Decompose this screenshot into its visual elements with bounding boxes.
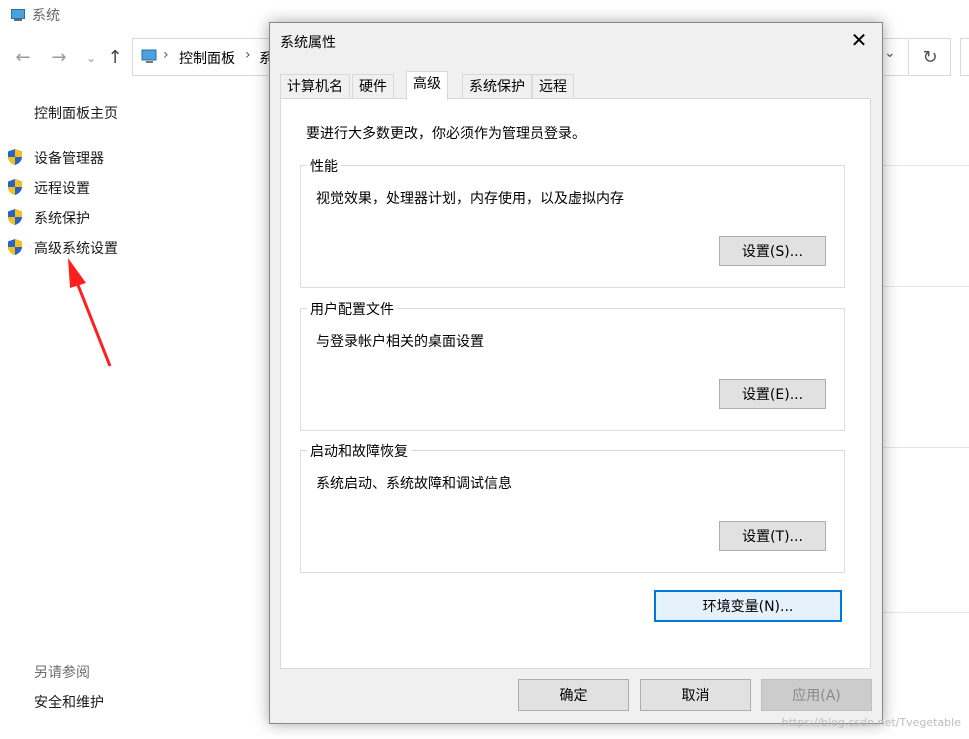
tab-computer-name[interactable]: 计算机名 xyxy=(280,74,350,99)
apply-button[interactable]: 应用(A) xyxy=(761,679,872,711)
performance-settings-button[interactable]: 设置(S)... xyxy=(719,236,826,266)
system-properties-dialog: 系统属性 ✕ 计算机名 硬件 高级 系统保护 远程 要进行大多数更改，你必须作为… xyxy=(269,22,883,724)
group-description: 系统启动、系统故障和调试信息 xyxy=(316,476,512,492)
startup-recovery-settings-button[interactable]: 设置(T)... xyxy=(719,521,826,551)
admin-note: 要进行大多数更改，你必须作为管理员登录。 xyxy=(306,126,586,142)
tab-system-protection[interactable]: 系统保护 xyxy=(462,74,532,99)
startup-recovery-group: 启动和故障恢复 系统启动、系统故障和调试信息 设置(T)... xyxy=(300,441,845,573)
group-title: 启动和故障恢复 xyxy=(307,441,411,461)
group-description: 与登录帐户相关的桌面设置 xyxy=(316,334,484,350)
user-profiles-settings-button[interactable]: 设置(E)... xyxy=(719,379,826,409)
group-description: 视觉效果，处理器计划，内存使用，以及虚拟内存 xyxy=(316,191,624,207)
cancel-button[interactable]: 取消 xyxy=(640,679,751,711)
tab-advanced[interactable]: 高级 xyxy=(406,71,448,100)
tab-remote[interactable]: 远程 xyxy=(532,74,574,99)
user-profiles-group: 用户配置文件 与登录帐户相关的桌面设置 设置(E)... xyxy=(300,299,845,431)
tab-hardware[interactable]: 硬件 xyxy=(352,74,394,99)
ok-button[interactable]: 确定 xyxy=(518,679,629,711)
advanced-tab-panel: 要进行大多数更改，你必须作为管理员登录。 性能 视觉效果，处理器计划，内存使用，… xyxy=(280,98,871,669)
dialog-title: 系统属性 xyxy=(280,35,336,51)
watermark: https://blog.csdn.net/Tvegetable xyxy=(781,716,961,729)
close-icon[interactable]: ✕ xyxy=(848,29,870,51)
group-title: 性能 xyxy=(307,156,341,176)
performance-group: 性能 视觉效果，处理器计划，内存使用，以及虚拟内存 设置(S)... xyxy=(300,156,845,288)
environment-variables-button[interactable]: 环境变量(N)... xyxy=(654,590,842,622)
group-title: 用户配置文件 xyxy=(307,299,397,319)
